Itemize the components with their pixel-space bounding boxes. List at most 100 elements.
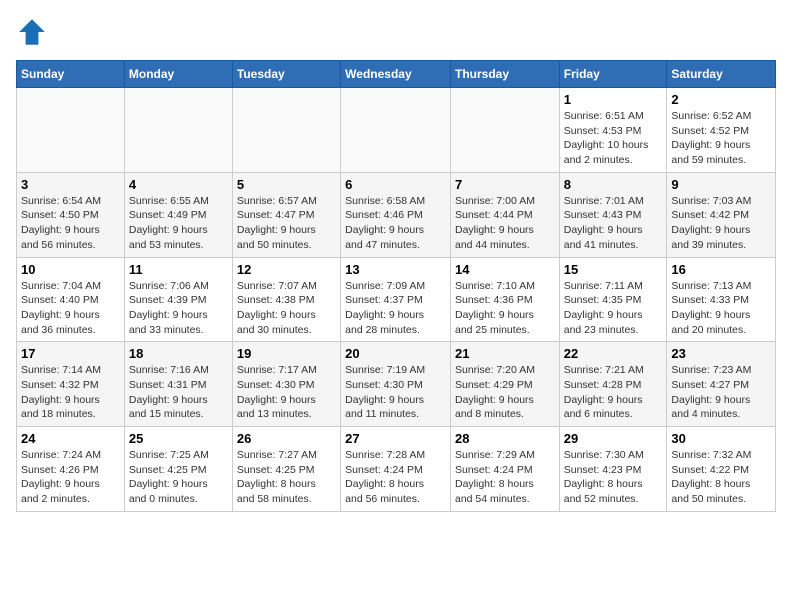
day-info: Sunrise: 7:16 AM Sunset: 4:31 PM Dayligh… [129,364,209,420]
day-info: Sunrise: 6:57 AM Sunset: 4:47 PM Dayligh… [237,195,317,251]
day-info: Sunrise: 7:17 AM Sunset: 4:30 PM Dayligh… [237,364,317,420]
calendar-week-1: 1 Sunrise: 6:51 AM Sunset: 4:53 PM Daylig… [17,88,776,173]
day-info: Sunrise: 6:58 AM Sunset: 4:46 PM Dayligh… [345,195,425,251]
day-info: Sunrise: 7:28 AM Sunset: 4:24 PM Dayligh… [345,449,425,505]
day-number: 10 [21,262,120,277]
calendar-body: 1 Sunrise: 6:51 AM Sunset: 4:53 PM Daylig… [17,88,776,512]
calendar-cell: 30 Sunrise: 7:32 AM Sunset: 4:22 PM Dayli… [667,427,776,512]
calendar-cell: 28 Sunrise: 7:29 AM Sunset: 4:24 PM Dayli… [450,427,559,512]
calendar-cell: 2 Sunrise: 6:52 AM Sunset: 4:52 PM Daylig… [667,88,776,173]
calendar-cell: 22 Sunrise: 7:21 AM Sunset: 4:28 PM Dayli… [559,342,667,427]
day-info: Sunrise: 7:19 AM Sunset: 4:30 PM Dayligh… [345,364,425,420]
column-header-friday: Friday [559,61,667,88]
day-info: Sunrise: 7:06 AM Sunset: 4:39 PM Dayligh… [129,280,209,336]
day-number: 21 [455,346,555,361]
day-number: 19 [237,346,336,361]
calendar-cell [17,88,125,173]
calendar-cell: 5Sunrise: 6:57 AM Sunset: 4:47 PM Daylig… [232,172,340,257]
day-info: Sunrise: 6:55 AM Sunset: 4:49 PM Dayligh… [129,195,209,251]
day-info: Sunrise: 7:01 AM Sunset: 4:43 PM Dayligh… [564,195,644,251]
calendar-cell: 1 Sunrise: 6:51 AM Sunset: 4:53 PM Daylig… [559,88,667,173]
day-info: Sunrise: 7:04 AM Sunset: 4:40 PM Dayligh… [21,280,101,336]
calendar-cell [341,88,451,173]
calendar-cell: 19 Sunrise: 7:17 AM Sunset: 4:30 PM Dayli… [232,342,340,427]
day-number: 15 [564,262,663,277]
day-number: 14 [455,262,555,277]
column-header-monday: Monday [124,61,232,88]
day-info: Sunrise: 6:54 AM Sunset: 4:50 PM Dayligh… [21,195,101,251]
day-number: 30 [671,431,771,446]
day-number: 9 [671,177,771,192]
calendar-cell: 14Sunrise: 7:10 AM Sunset: 4:36 PM Dayli… [450,257,559,342]
calendar-cell: 6 Sunrise: 6:58 AM Sunset: 4:46 PM Daylig… [341,172,451,257]
day-info: Sunrise: 7:00 AM Sunset: 4:44 PM Dayligh… [455,195,535,251]
day-number: 25 [129,431,228,446]
calendar-cell: 13Sunrise: 7:09 AM Sunset: 4:37 PM Dayli… [341,257,451,342]
day-number: 26 [237,431,336,446]
calendar-cell: 24 Sunrise: 7:24 AM Sunset: 4:26 PM Dayli… [17,427,125,512]
day-number: 4 [129,177,228,192]
day-info: Sunrise: 7:13 AM Sunset: 4:33 PM Dayligh… [671,280,751,336]
page-header [16,16,776,48]
day-info: Sunrise: 7:25 AM Sunset: 4:25 PM Dayligh… [129,449,209,505]
calendar-cell: 16 Sunrise: 7:13 AM Sunset: 4:33 PM Dayli… [667,257,776,342]
day-info: Sunrise: 7:23 AM Sunset: 4:27 PM Dayligh… [671,364,751,420]
day-number: 27 [345,431,446,446]
calendar-cell: 26Sunrise: 7:27 AM Sunset: 4:25 PM Dayli… [232,427,340,512]
day-number: 22 [564,346,663,361]
day-number: 28 [455,431,555,446]
calendar-week-4: 17 Sunrise: 7:14 AM Sunset: 4:32 PM Dayli… [17,342,776,427]
calendar-cell: 8 Sunrise: 7:01 AM Sunset: 4:43 PM Daylig… [559,172,667,257]
day-info: Sunrise: 7:11 AM Sunset: 4:35 PM Dayligh… [564,280,643,336]
day-info: Sunrise: 7:20 AM Sunset: 4:29 PM Dayligh… [455,364,535,420]
day-info: Sunrise: 7:24 AM Sunset: 4:26 PM Dayligh… [21,449,101,505]
day-number: 7 [455,177,555,192]
day-info: Sunrise: 7:29 AM Sunset: 4:24 PM Dayligh… [455,449,535,505]
column-header-saturday: Saturday [667,61,776,88]
column-header-wednesday: Wednesday [341,61,451,88]
column-header-tuesday: Tuesday [232,61,340,88]
day-info: Sunrise: 7:30 AM Sunset: 4:23 PM Dayligh… [564,449,644,505]
day-info: Sunrise: 7:14 AM Sunset: 4:32 PM Dayligh… [21,364,101,420]
day-number: 12 [237,262,336,277]
calendar-cell [124,88,232,173]
logo-icon [16,16,48,48]
day-info: Sunrise: 6:52 AM Sunset: 4:52 PM Dayligh… [671,110,751,166]
calendar-cell: 12 Sunrise: 7:07 AM Sunset: 4:38 PM Dayli… [232,257,340,342]
calendar-cell: 15 Sunrise: 7:11 AM Sunset: 4:35 PM Dayli… [559,257,667,342]
day-info: Sunrise: 7:21 AM Sunset: 4:28 PM Dayligh… [564,364,644,420]
calendar-week-5: 24 Sunrise: 7:24 AM Sunset: 4:26 PM Dayli… [17,427,776,512]
calendar-cell: 17 Sunrise: 7:14 AM Sunset: 4:32 PM Dayli… [17,342,125,427]
day-info: Sunrise: 7:09 AM Sunset: 4:37 PM Dayligh… [345,280,425,336]
calendar-table: SundayMondayTuesdayWednesdayThursdayFrid… [16,60,776,512]
calendar-week-3: 10 Sunrise: 7:04 AM Sunset: 4:40 PM Dayli… [17,257,776,342]
calendar-cell: 25 Sunrise: 7:25 AM Sunset: 4:25 PM Dayli… [124,427,232,512]
day-number: 8 [564,177,663,192]
day-info: Sunrise: 6:51 AM Sunset: 4:53 PM Dayligh… [564,110,649,166]
calendar-cell: 4 Sunrise: 6:55 AM Sunset: 4:49 PM Daylig… [124,172,232,257]
logo [16,16,54,48]
day-number: 24 [21,431,120,446]
calendar-cell [450,88,559,173]
day-info: Sunrise: 7:03 AM Sunset: 4:42 PM Dayligh… [671,195,751,251]
column-header-thursday: Thursday [450,61,559,88]
day-number: 2 [671,92,771,107]
day-number: 20 [345,346,446,361]
day-info: Sunrise: 7:32 AM Sunset: 4:22 PM Dayligh… [671,449,751,505]
day-number: 23 [671,346,771,361]
calendar-week-2: 3Sunrise: 6:54 AM Sunset: 4:50 PM Daylig… [17,172,776,257]
calendar-header-row: SundayMondayTuesdayWednesdayThursdayFrid… [17,61,776,88]
calendar-cell: 18Sunrise: 7:16 AM Sunset: 4:31 PM Dayli… [124,342,232,427]
day-number: 1 [564,92,663,107]
calendar-cell: 27 Sunrise: 7:28 AM Sunset: 4:24 PM Dayli… [341,427,451,512]
calendar-cell: 3Sunrise: 6:54 AM Sunset: 4:50 PM Daylig… [17,172,125,257]
day-number: 6 [345,177,446,192]
day-number: 16 [671,262,771,277]
calendar-cell: 10 Sunrise: 7:04 AM Sunset: 4:40 PM Dayli… [17,257,125,342]
calendar-cell [232,88,340,173]
day-info: Sunrise: 7:07 AM Sunset: 4:38 PM Dayligh… [237,280,317,336]
calendar-cell: 29Sunrise: 7:30 AM Sunset: 4:23 PM Dayli… [559,427,667,512]
day-number: 17 [21,346,120,361]
column-header-sunday: Sunday [17,61,125,88]
calendar-cell: 23 Sunrise: 7:23 AM Sunset: 4:27 PM Dayli… [667,342,776,427]
